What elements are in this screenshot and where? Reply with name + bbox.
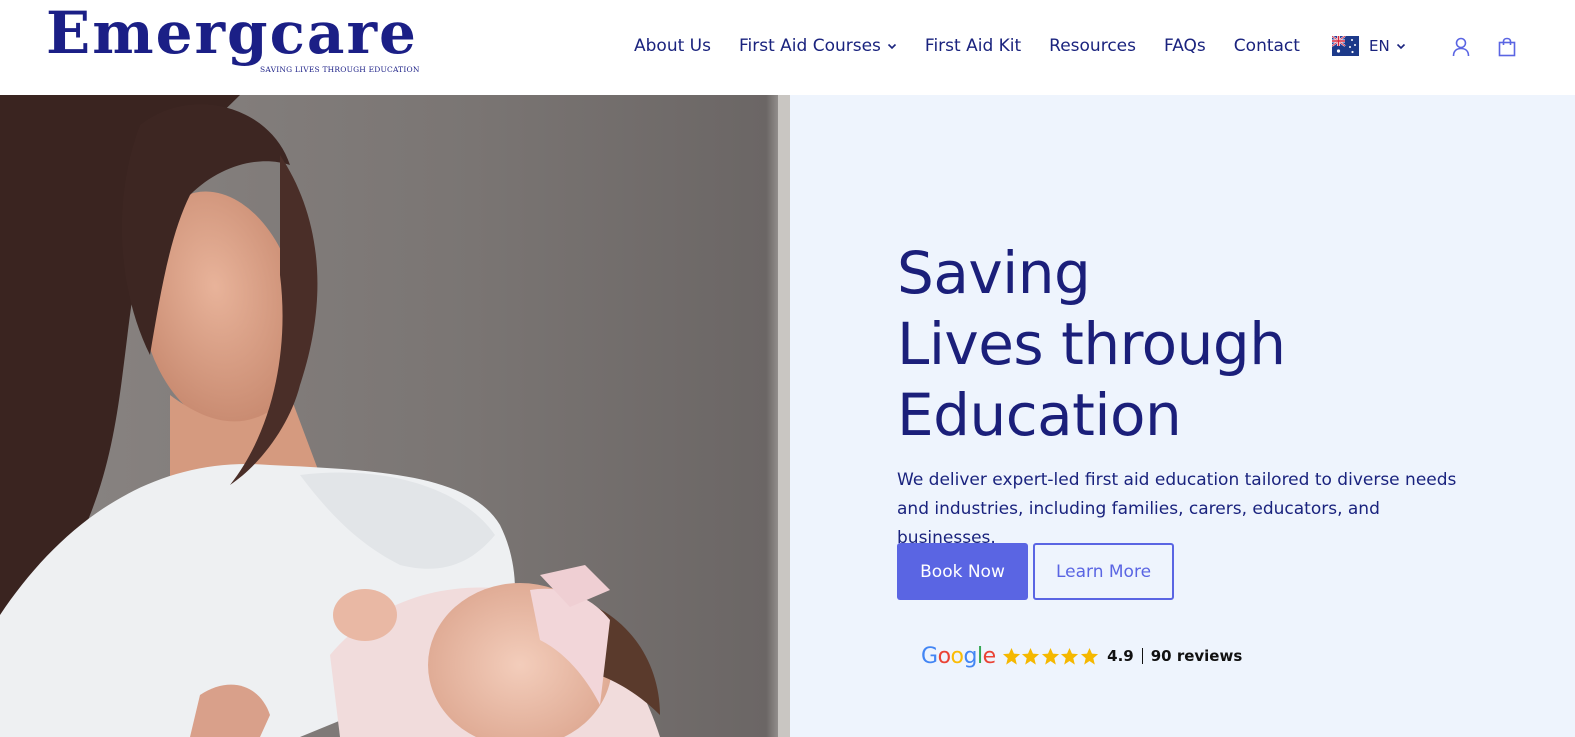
language-label: EN	[1369, 37, 1390, 55]
nav-item-label: First Aid Kit	[924, 36, 1022, 56]
hero-subtitle: We deliver expert-led first aid educatio…	[897, 470, 1457, 548]
brand-logo[interactable]: Emergcare SAVING LIVES THROUGH EDUCATION	[46, 4, 419, 80]
main-nav: About Us First Aid Courses First Aid Kit…	[634, 34, 1328, 58]
nav-item-label: Resources	[1049, 36, 1136, 56]
brand-tagline: SAVING LIVES THROUGH EDUCATION	[260, 65, 420, 74]
nav-item-label: About Us	[634, 36, 711, 56]
user-icon[interactable]	[1450, 36, 1472, 58]
nav-item-faqs[interactable]: FAQs	[1164, 36, 1206, 56]
rating-divider	[1141, 648, 1143, 664]
chevron-down-icon	[887, 43, 896, 50]
rating-reviews: 90 reviews	[1150, 647, 1243, 665]
nav-item-label: FAQs	[1164, 36, 1206, 56]
star-icon	[1080, 647, 1098, 665]
shopping-bag-icon[interactable]	[1496, 36, 1518, 58]
nav-item-label: First Aid Courses	[738, 36, 881, 56]
nav-item-about-us[interactable]: About Us	[634, 36, 711, 56]
nav-item-contact[interactable]: Contact	[1234, 36, 1300, 56]
hero-title-line: Lives through	[897, 310, 1286, 378]
nav-item-label: Contact	[1233, 36, 1300, 56]
google-rating[interactable]: Google 4.9 90 reviews	[921, 641, 1242, 671]
nav-item-first-aid-kit[interactable]: First Aid Kit	[925, 36, 1021, 56]
hero-title-line: Saving	[897, 239, 1091, 307]
learn-more-button[interactable]: Learn More	[1033, 543, 1174, 600]
rating-stars	[1002, 647, 1100, 666]
nav-item-first-aid-courses[interactable]: First Aid Courses	[739, 36, 897, 56]
star-icon	[1061, 647, 1079, 665]
star-icon	[1002, 647, 1020, 665]
rating-score: 4.9	[1107, 647, 1134, 665]
language-selector[interactable]: EN	[1332, 36, 1406, 56]
hero-title-line: Education	[897, 381, 1182, 449]
site-header: Emergcare SAVING LIVES THROUGH EDUCATION…	[0, 0, 1575, 95]
chevron-down-icon	[1396, 43, 1405, 50]
google-logo: Google	[921, 643, 996, 669]
australia-flag-icon	[1332, 36, 1359, 56]
brand-name: Emergcare	[46, 0, 418, 67]
hero-title: Saving Lives through Education	[897, 238, 1286, 451]
book-now-button[interactable]: Book Now	[897, 543, 1028, 600]
hero-image	[0, 95, 790, 737]
star-icon	[1041, 647, 1059, 665]
mother-holding-newborn-photo	[0, 95, 790, 737]
star-icon	[1022, 647, 1040, 665]
nav-item-resources[interactable]: Resources	[1049, 36, 1136, 56]
